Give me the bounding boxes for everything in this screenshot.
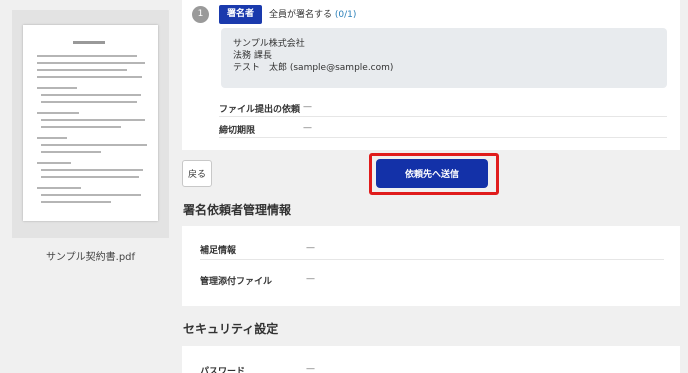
file-request-label: ファイル提出の依頼	[219, 105, 301, 115]
password-row: パスワード —	[200, 358, 664, 373]
signer-company: サンプル株式会社	[233, 39, 305, 49]
deadline-label: 締切期限	[219, 126, 256, 136]
management-attachment-value: —	[306, 274, 315, 284]
document-text-line	[37, 87, 77, 89]
signer-department: 法務 課長	[233, 51, 272, 61]
deadline-value: —	[303, 123, 312, 133]
document-text-line	[41, 144, 147, 146]
signing-condition-text: 全員が署名する	[269, 10, 333, 20]
security-section-title: セキュリティ設定	[183, 322, 279, 336]
document-text-line	[41, 194, 141, 196]
document-text-line	[41, 201, 111, 203]
document-text-line	[37, 112, 79, 114]
signing-condition: 全員が署名する (0/1)	[269, 7, 356, 20]
supplementary-info-label: 補足情報	[200, 246, 237, 256]
document-text-line	[41, 119, 145, 121]
signer-card: 1 署名者 全員が署名する (0/1) サンプル株式会社 法務 課長 テスト 太…	[182, 0, 680, 150]
document-text-line	[41, 126, 121, 128]
document-text-line	[37, 187, 81, 189]
back-button[interactable]: 戻る	[182, 160, 212, 187]
document-text-line	[37, 55, 137, 57]
security-card: パスワード —	[182, 346, 680, 373]
document-text-line	[37, 69, 127, 71]
supplementary-info-value: —	[306, 243, 315, 253]
file-request-value: —	[303, 102, 312, 112]
password-label: パスワード	[200, 367, 246, 373]
signer-info-box: サンプル株式会社 法務 課長 テスト 太郎 (sample@sample.com…	[221, 28, 667, 88]
step-number: 1	[192, 6, 209, 23]
document-text-line	[37, 62, 145, 64]
document-title-line	[73, 41, 105, 44]
management-section-title: 署名依頼者管理情報	[183, 203, 292, 217]
management-attachment-label: 管理添付ファイル	[200, 277, 273, 287]
document-text-line	[41, 169, 143, 171]
document-page-thumbnail	[23, 25, 158, 221]
signing-progress-count: (0/1)	[334, 10, 357, 20]
password-value: —	[306, 364, 315, 373]
send-to-recipient-button[interactable]: 依頼先へ送信	[376, 159, 488, 188]
document-text-line	[37, 162, 71, 164]
management-attachment-row: 管理添付ファイル —	[200, 267, 664, 291]
document-text-line	[41, 101, 137, 103]
signer-role-badge: 署名者	[219, 5, 262, 24]
signer-name-email: テスト 太郎 (sample@sample.com)	[233, 63, 394, 73]
file-request-row: ファイル提出の依頼 —	[219, 97, 667, 117]
deadline-row: 締切期限 —	[219, 118, 667, 138]
document-text-line	[41, 151, 101, 153]
management-card: 補足情報 — 管理添付ファイル —	[182, 226, 680, 306]
supplementary-info-row: 補足情報 —	[200, 236, 664, 260]
document-text-line	[37, 137, 67, 139]
document-filename: サンプル契約書.pdf	[45, 252, 136, 263]
document-text-line	[37, 76, 142, 78]
document-text-line	[41, 94, 141, 96]
document-text-line	[41, 176, 139, 178]
document-preview[interactable]	[12, 10, 169, 238]
